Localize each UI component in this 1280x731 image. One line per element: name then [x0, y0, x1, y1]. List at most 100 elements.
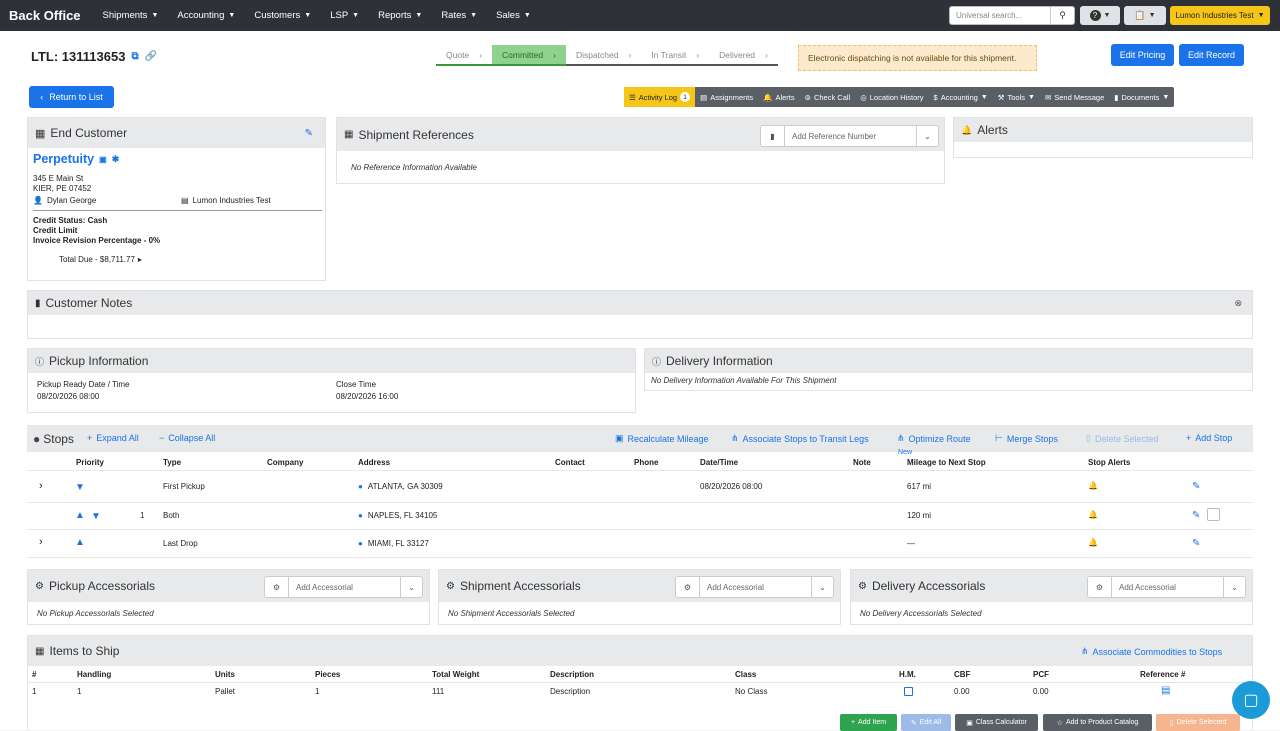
help-button[interactable]: ? ▼ — [1080, 6, 1120, 25]
add-item-label: Add Item — [858, 719, 887, 726]
item-cbf: 0.00 — [954, 687, 970, 696]
delivery-accessorials-panel: ⚙ Delivery Accessorials ⚙ Add Accessorial ⌄… — [850, 569, 1253, 625]
boxes-icon: ▦ — [35, 645, 45, 657]
merge-stops-button[interactable]: ⊢ Merge Stops — [995, 433, 1058, 444]
pickup-accessorial-select[interactable]: ⚙ Add Accessorial ⌄ — [264, 576, 423, 598]
tab-assignments[interactable]: ▤ Assignments — [695, 87, 758, 107]
tab-activity-log[interactable]: ☰ Activity Log 1 — [624, 87, 696, 107]
move-up-icon[interactable]: ▲ — [75, 537, 85, 548]
references-panel: ▦ Shipment References ▮ Add Reference Numb… — [336, 117, 945, 184]
tab-send-message[interactable]: ✉ Send Message — [1040, 87, 1109, 107]
optimize-route-button[interactable]: ⋔ Optimize Route — [897, 433, 971, 444]
item-weight: 111 — [432, 687, 445, 696]
pencil-icon[interactable]: ✎ — [1192, 510, 1200, 521]
tab-check-call[interactable]: ⊚ Check Call — [800, 87, 856, 107]
invoice-revision: Invoice Revision Percentage - 0% — [33, 236, 161, 245]
bell-icon[interactable]: 🔔 — [1088, 538, 1098, 547]
stops-title: Stops — [43, 431, 74, 446]
shipment-accessorial-select[interactable]: ⚙ Add Accessorial ⌄ — [675, 576, 834, 598]
contact-name: Dylan George — [46, 196, 97, 205]
tab-accounting-label: Accounting — [940, 92, 978, 102]
add-item-button[interactable]: + Add Item — [840, 714, 897, 731]
bell-icon[interactable]: 🔔 — [1088, 481, 1098, 490]
accessorial-placeholder: Add Accessorial — [707, 582, 764, 592]
arrow-right-box-icon: ▸ — [137, 255, 142, 264]
edit-pricing-button[interactable]: Edit Pricing — [1111, 44, 1174, 66]
customer-contact[interactable]: 👤 Dylan George — [33, 196, 96, 205]
add-stop-button[interactable]: + Add Stop — [1186, 433, 1232, 443]
move-up-icon[interactable]: ▲ — [75, 510, 85, 521]
nav-shipments[interactable]: Shipments ▼ — [103, 10, 159, 21]
gears-icon: ⚙ — [676, 577, 700, 597]
recalculate-mileage-button[interactable]: ▣ Recalculate Mileage — [615, 433, 709, 444]
search-icon[interactable]: ⚲ — [1050, 7, 1074, 24]
copy-icon[interactable]: ⧉ — [131, 51, 138, 62]
tab-documents[interactable]: ▮ Documents ▼ — [1109, 87, 1174, 107]
edit-record-button[interactable]: Edit Record — [1179, 44, 1244, 66]
collapse-all-button[interactable]: − Collapse All — [159, 433, 215, 443]
edit-all-button[interactable]: ✎ Edit All — [901, 714, 951, 731]
pickup-info-panel: ⓘ Pickup Information Pickup Ready Date / … — [27, 348, 636, 413]
associate-label: Associate Stops to Transit Legs — [742, 433, 869, 444]
top-nav: Back Office Shipments ▼ Accounting ▼ Custo… — [0, 0, 1280, 31]
associate-commodities-button[interactable]: ⋔ Associate Commodities to Stops — [1081, 646, 1222, 657]
company-selector[interactable]: Lumon Industries Test ▼ — [1170, 6, 1270, 25]
customer-name[interactable]: Perpetuity ▣ ✱ — [33, 152, 119, 166]
stop-select-checkbox[interactable] — [1207, 508, 1220, 521]
link-icon[interactable]: 🔗 — [145, 51, 157, 62]
edit-all-label: Edit All — [919, 719, 942, 726]
item-pieces: 1 — [315, 687, 320, 696]
nav-rates-label: Rates — [441, 10, 467, 21]
chevron-down-icon: ▼ — [980, 93, 988, 101]
pencil-icon[interactable]: ✎ — [1192, 481, 1200, 492]
hazmat-checkbox[interactable] — [904, 687, 913, 696]
move-down-icon[interactable]: ▼ — [75, 482, 85, 493]
globe-icon: ● — [358, 539, 363, 548]
pencil-icon[interactable]: ✎ — [1192, 538, 1200, 549]
associate-stops-button[interactable]: ⋔ Associate Stops to Transit Legs — [731, 433, 869, 444]
gears-icon: ⚙ — [35, 580, 44, 592]
credit-limit: Credit Limit — [33, 226, 78, 235]
expand-row-icon[interactable]: › — [39, 480, 43, 492]
col-priority: Priority — [76, 458, 105, 467]
customer-company: ▤ Lumon Industries Test — [181, 196, 271, 205]
clipboard-button[interactable]: 📋 ▼ — [1124, 6, 1166, 25]
bell-icon[interactable]: 🔔 — [1088, 510, 1098, 519]
tab-tools[interactable]: ⚒ Tools ▼ — [993, 87, 1040, 107]
nav-accounting[interactable]: Accounting ▼ — [177, 10, 235, 21]
sitemap-icon: ⋔ — [731, 433, 739, 443]
class-calculator-button[interactable]: ▣ Class Calculator — [955, 714, 1038, 731]
move-down-icon[interactable]: ▼ — [91, 511, 101, 522]
nav-lsp[interactable]: LSP ▼ — [330, 10, 359, 21]
universal-search-input[interactable]: Universal search... ⚲ — [949, 6, 1075, 25]
pencil-icon[interactable]: ✎ — [305, 128, 313, 139]
shipment-accessorials-title: Shipment Accessorials — [459, 579, 581, 593]
total-due-link[interactable]: Total Due - $8,711.77 ▸ — [59, 255, 142, 264]
nav-rates[interactable]: Rates ▼ — [441, 10, 477, 21]
brand-logo[interactable]: Back Office — [9, 8, 81, 23]
delivery-accessorial-select[interactable]: ⚙ Add Accessorial ⌄ — [1087, 576, 1246, 598]
tab-location-history[interactable]: ◎ Location History — [855, 87, 928, 107]
divider — [27, 529, 1253, 530]
reference-number-select[interactable]: ▮ Add Reference Number ⌄ — [760, 125, 939, 147]
step-delivered: Delivered › — [709, 45, 778, 66]
nav-customers[interactable]: Customers ▼ — [254, 10, 311, 21]
return-label: Return to List — [49, 92, 103, 102]
tab-accounting[interactable]: $ Accounting ▼ — [929, 87, 993, 107]
close-icon[interactable]: ⊗ — [1234, 298, 1242, 309]
expand-row-icon[interactable]: › — [39, 536, 43, 548]
nav-reports[interactable]: Reports ▼ — [378, 10, 422, 21]
chat-icon[interactable]: ▢ — [1232, 681, 1270, 719]
item-num: 1 — [32, 687, 37, 696]
expand-all-button[interactable]: + Expand All — [87, 433, 139, 443]
gears-icon: ⚙ — [265, 577, 289, 597]
add-product-catalog-button[interactable]: ☆ Add to Product Catalog — [1043, 714, 1152, 731]
delete-selected-button[interactable]: ▯ Delete Selected — [1086, 433, 1159, 444]
return-to-list-button[interactable]: ‹ Return to List — [29, 86, 114, 108]
delete-selected-items-button[interactable]: ▯ Delete Selected — [1156, 714, 1240, 731]
nav-sales[interactable]: Sales ▼ — [496, 10, 531, 21]
wrench-icon: ⚒ — [997, 92, 1005, 102]
stop-mileage: — — [907, 539, 915, 548]
tab-alerts[interactable]: 🔔 Alerts — [758, 87, 800, 107]
reference-icon[interactable]: ▤ — [1161, 685, 1170, 696]
